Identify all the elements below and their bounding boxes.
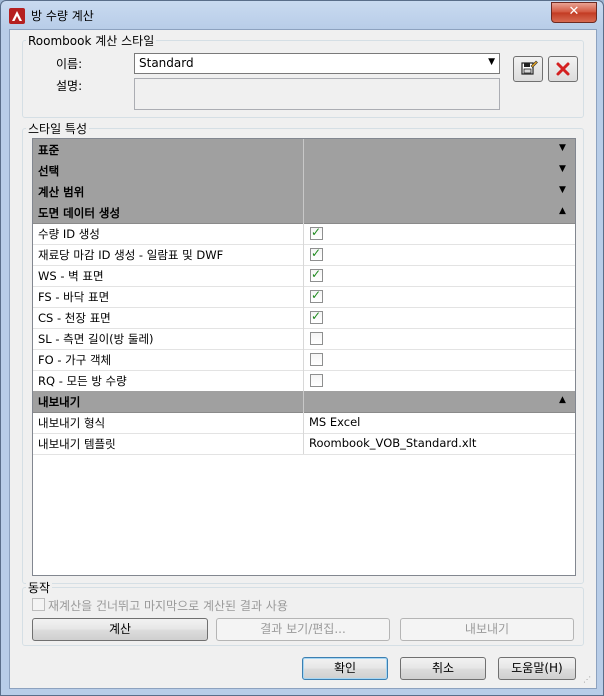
autocad-logo-icon: [9, 8, 25, 24]
resize-grip-icon[interactable]: ⋰: [583, 675, 593, 685]
skip-recalc-checkbox[interactable]: [32, 598, 45, 611]
checkbox-room-quantity[interactable]: [310, 374, 323, 387]
chevron-down-icon: ▼: [488, 57, 495, 67]
dialog-window: 방 수량 계산 ✕ Roombook 계산 스타일 이름: Standard ▼…: [0, 0, 604, 696]
property-row-export-template[interactable]: 내보내기 템플릿 Roombook_VOB_Standard.xlt: [33, 433, 575, 455]
calculate-button[interactable]: 계산: [32, 618, 208, 641]
property-row-room-quantity[interactable]: RQ - 모든 방 수량: [33, 370, 575, 392]
property-row-wall-surface[interactable]: WS - 벽 표면 ✓: [33, 265, 575, 287]
style-group-title: Roombook 계산 스타일: [26, 32, 157, 49]
expand-caret-icon[interactable]: ▼: [559, 143, 566, 153]
checkbox-side-length[interactable]: [310, 332, 323, 345]
expand-caret-icon[interactable]: ▼: [559, 185, 566, 195]
property-row-furniture[interactable]: FO - 가구 객체: [33, 349, 575, 371]
window-title: 방 수량 계산: [31, 9, 94, 23]
view-edit-results-button[interactable]: 결과 보기/편집...: [216, 618, 390, 641]
title-bar[interactable]: 방 수량 계산 ✕: [1, 1, 603, 29]
export-format-value[interactable]: MS Excel: [309, 415, 360, 429]
collapse-caret-icon[interactable]: ▲: [559, 206, 566, 216]
property-row-quantity-id[interactable]: 수량 ID 생성 ✓: [33, 223, 575, 245]
property-row-side-length[interactable]: SL - 측면 길이(방 둘레): [33, 328, 575, 350]
checkbox-ceiling-surface[interactable]: ✓: [310, 309, 323, 324]
category-row-export[interactable]: 내보내기 ▲: [33, 391, 575, 413]
property-row-ceiling-surface[interactable]: CS - 천장 표면 ✓: [33, 307, 575, 329]
export-button[interactable]: 내보내기: [400, 618, 574, 641]
check-icon: ✓: [311, 309, 322, 323]
skip-recalc-label: 재계산을 건너뛰고 마지막으로 계산된 결과 사용: [48, 599, 288, 613]
property-row-export-format[interactable]: 내보내기 형식 MS Excel: [33, 412, 575, 434]
category-row-drawing-data[interactable]: 도면 데이터 생성 ▲: [33, 202, 575, 224]
save-style-button[interactable]: [513, 56, 543, 82]
delete-style-button[interactable]: [548, 56, 578, 82]
close-button[interactable]: ✕: [551, 2, 597, 23]
check-icon: ✓: [311, 246, 322, 260]
checkbox-floor-surface[interactable]: ✓: [310, 288, 323, 303]
actions-group-title: 동작: [26, 579, 53, 596]
property-grid[interactable]: 표준 ▼ 선택 ▼ 계산 범위 ▼ 도면 데이터 생성 ▲ 수량 ID 생성 ✓…: [32, 138, 576, 576]
delete-icon: [556, 62, 570, 76]
checkbox-wall-surface[interactable]: ✓: [310, 267, 323, 282]
description-label: 설명:: [56, 79, 83, 93]
style-name-dropdown[interactable]: Standard ▼: [134, 53, 500, 74]
dialog-client: Roombook 계산 스타일 이름: Standard ▼ 설명: 스타일 특…: [9, 29, 597, 689]
collapse-caret-icon[interactable]: ▲: [559, 395, 566, 405]
checkbox-finish-id[interactable]: ✓: [310, 246, 323, 261]
category-row-calc-range[interactable]: 계산 범위 ▼: [33, 181, 575, 203]
checkbox-quantity-id[interactable]: ✓: [310, 225, 323, 240]
style-name-value: Standard: [139, 56, 194, 70]
category-row-standard[interactable]: 표준 ▼: [33, 139, 575, 161]
check-icon: ✓: [311, 267, 322, 281]
description-field[interactable]: [134, 78, 500, 110]
expand-caret-icon[interactable]: ▼: [559, 164, 566, 174]
help-button[interactable]: 도움말(H): [498, 657, 576, 680]
check-icon: ✓: [311, 288, 322, 302]
export-template-value[interactable]: Roombook_VOB_Standard.xlt: [309, 436, 476, 450]
properties-group-title: 스타일 특성: [26, 120, 90, 137]
checkbox-furniture[interactable]: [310, 353, 323, 366]
save-edit-icon: [521, 60, 538, 75]
property-row-floor-surface[interactable]: FS - 바닥 표면 ✓: [33, 286, 575, 308]
category-row-selection[interactable]: 선택 ▼: [33, 160, 575, 182]
ok-button[interactable]: 확인: [302, 657, 388, 680]
cancel-button[interactable]: 취소: [400, 657, 486, 680]
check-icon: ✓: [311, 225, 322, 239]
property-row-finish-id[interactable]: 재료당 마감 ID 생성 - 일람표 및 DWF ✓: [33, 244, 575, 266]
name-label: 이름:: [56, 57, 83, 71]
